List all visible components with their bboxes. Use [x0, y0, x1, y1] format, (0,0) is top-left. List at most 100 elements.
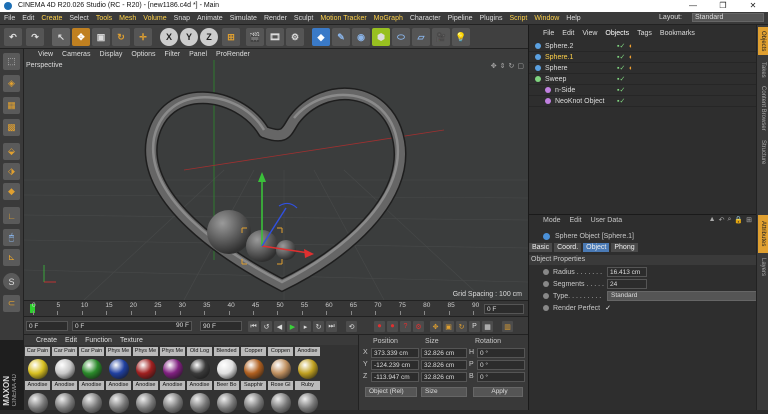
material-swatch[interactable]: Coppen: [268, 347, 293, 380]
material-swatch[interactable]: Sapphir: [241, 381, 266, 414]
key-pla-icon[interactable]: ▦: [482, 321, 493, 332]
material-swatch[interactable]: Anodise: [79, 381, 104, 414]
camera-icon[interactable]: 🎥: [432, 28, 450, 46]
materials-menu-edit[interactable]: Edit: [65, 337, 77, 344]
magnet-icon[interactable]: ⊂: [3, 295, 20, 312]
attr-tab-object[interactable]: Object: [583, 243, 610, 252]
timeline-window-icon[interactable]: ▥: [502, 321, 513, 332]
attr-menu-edit[interactable]: Edit: [570, 217, 582, 224]
material-swatch[interactable]: Ruby: [295, 381, 320, 414]
attr-search-icon[interactable]: ⌕: [727, 216, 731, 224]
segments-field[interactable]: 24: [607, 279, 647, 289]
material-swatch[interactable]: Copper: [241, 347, 266, 380]
menu-create[interactable]: Create: [41, 15, 62, 22]
live-selection-icon[interactable]: ↖: [52, 28, 70, 46]
record-keys-icon[interactable]: ⏺: [374, 321, 385, 332]
subdivision-icon[interactable]: ◉: [352, 28, 370, 46]
menu-select[interactable]: Select: [69, 15, 88, 22]
attr-history-icon[interactable]: ↶: [719, 216, 725, 224]
timeline-ruler[interactable]: 0 5 10 15 20 25 30 35 40 45 50 55 60 65 70 75 80 85 90 0 F: [24, 300, 528, 316]
material-swatch[interactable]: Car Pain: [79, 347, 104, 380]
object-row[interactable]: Sweep ▪✓: [529, 74, 757, 85]
axis-mode-icon[interactable]: ⊾: [3, 249, 20, 266]
y-axis-button[interactable]: Y: [180, 28, 198, 46]
attr-tab-coord[interactable]: Coord.: [554, 243, 582, 252]
key-rotation-icon[interactable]: ↻: [456, 321, 467, 332]
keyframe-selection-icon[interactable]: ?: [400, 321, 411, 332]
timeline-end-field[interactable]: 0 F: [484, 304, 524, 314]
autokey-icon[interactable]: ⏺: [387, 321, 398, 332]
right-tab-layers[interactable]: Layers: [758, 255, 768, 279]
visibility-check-icon[interactable]: ▪✓: [617, 64, 625, 72]
phong-tag-icon[interactable]: ◐: [629, 65, 633, 72]
next-frame-icon[interactable]: ▸: [300, 321, 311, 332]
pen-spline-icon[interactable]: ✎: [332, 28, 350, 46]
material-swatch[interactable]: Anodise: [25, 381, 50, 414]
phong-tag-icon[interactable]: ◐: [629, 43, 633, 50]
menu-plugins[interactable]: Plugins: [480, 15, 503, 22]
attr-up-icon[interactable]: ▲: [709, 216, 716, 224]
material-swatch[interactable]: Old Log: [187, 347, 212, 380]
type-select[interactable]: Standard: [607, 291, 757, 301]
workplane-mode-icon[interactable]: ▩: [3, 119, 20, 136]
menu-simulate[interactable]: Simulate: [230, 15, 257, 22]
uv-mode-icon[interactable]: ∟: [3, 207, 20, 224]
viewport-menu-view[interactable]: View: [38, 51, 53, 58]
texture-mode-icon[interactable]: ▦: [3, 97, 20, 114]
right-tab-attributes[interactable]: Attributes: [758, 215, 768, 253]
menu-character[interactable]: Character: [410, 15, 441, 22]
size-field[interactable]: 32.826 cm: [421, 372, 467, 382]
position-field[interactable]: -124.239 cm: [371, 360, 419, 370]
menu-sculpt[interactable]: Sculpt: [294, 15, 313, 22]
phong-tag-icon[interactable]: ◐: [629, 54, 633, 61]
attr-new-icon[interactable]: ⊞: [746, 216, 752, 224]
undo-icon[interactable]: ↶: [4, 28, 22, 46]
objects-menu-bookmarks[interactable]: Bookmarks: [660, 30, 695, 37]
viewport-move-icon[interactable]: ✥: [491, 62, 497, 70]
menu-window[interactable]: Window: [534, 15, 559, 22]
prev-key-icon[interactable]: ↺: [261, 321, 272, 332]
menu-mograph[interactable]: MoGraph: [374, 15, 403, 22]
close-button[interactable]: ✕: [738, 0, 768, 12]
menu-render[interactable]: Render: [264, 15, 287, 22]
rotation-field[interactable]: 0 °: [477, 360, 525, 370]
array-generator-icon[interactable]: ⬢: [372, 28, 390, 46]
object-row[interactable]: NeoKnot Object ▪✓: [529, 96, 757, 107]
right-tab-content-browser[interactable]: Content Browser: [758, 83, 768, 133]
polygons-mode-icon[interactable]: ◆: [3, 183, 20, 200]
visibility-check-icon[interactable]: ▪✓: [617, 42, 625, 50]
move-tool-icon[interactable]: ✥: [72, 28, 90, 46]
material-swatch[interactable]: Rose Gl: [268, 381, 293, 414]
material-swatch[interactable]: Car Pain: [25, 347, 50, 380]
end-frame-field[interactable]: 90 F: [200, 321, 242, 331]
viewport-menu-filter[interactable]: Filter: [165, 51, 181, 58]
material-swatch[interactable]: Anodise: [52, 381, 77, 414]
material-swatch[interactable]: Phys Me: [160, 347, 185, 380]
right-tab-objects[interactable]: Objects: [758, 27, 768, 55]
x-axis-button[interactable]: X: [160, 28, 178, 46]
menu-edit[interactable]: Edit: [22, 15, 34, 22]
start-frame-field[interactable]: 0 F: [26, 321, 68, 331]
minimize-button[interactable]: —: [678, 0, 708, 12]
scale-tool-icon[interactable]: ▣: [92, 28, 110, 46]
attr-menu-userdata[interactable]: User Data: [591, 217, 623, 224]
layout-select[interactable]: Standard: [692, 13, 764, 22]
key-parameter-icon[interactable]: P: [469, 321, 480, 332]
object-row[interactable]: Sphere.1 ▪✓ ◐: [529, 52, 757, 63]
objects-menu-objects[interactable]: Objects: [605, 30, 629, 37]
floor-icon[interactable]: ▱: [412, 28, 430, 46]
menu-motion-tracker[interactable]: Motion Tracker: [320, 15, 366, 22]
radius-field[interactable]: 16.413 cm: [607, 267, 647, 277]
material-swatch[interactable]: Anodise: [133, 381, 158, 414]
loop-icon[interactable]: ⟲: [346, 321, 357, 332]
objects-menu-file[interactable]: File: [543, 30, 554, 37]
rotation-field[interactable]: 0 °: [477, 372, 525, 382]
model-mode-icon[interactable]: ◈: [3, 75, 20, 92]
coordinate-mode-select[interactable]: Object (Rel): [365, 387, 417, 397]
objects-menu-tags[interactable]: Tags: [637, 30, 652, 37]
edges-mode-icon[interactable]: ⬗: [3, 163, 20, 180]
maximize-button[interactable]: ❐: [708, 0, 738, 12]
go-to-start-icon[interactable]: ⏮: [248, 321, 259, 332]
points-mode-icon[interactable]: ⬙: [3, 143, 20, 160]
material-swatch[interactable]: Anodise: [106, 381, 131, 414]
